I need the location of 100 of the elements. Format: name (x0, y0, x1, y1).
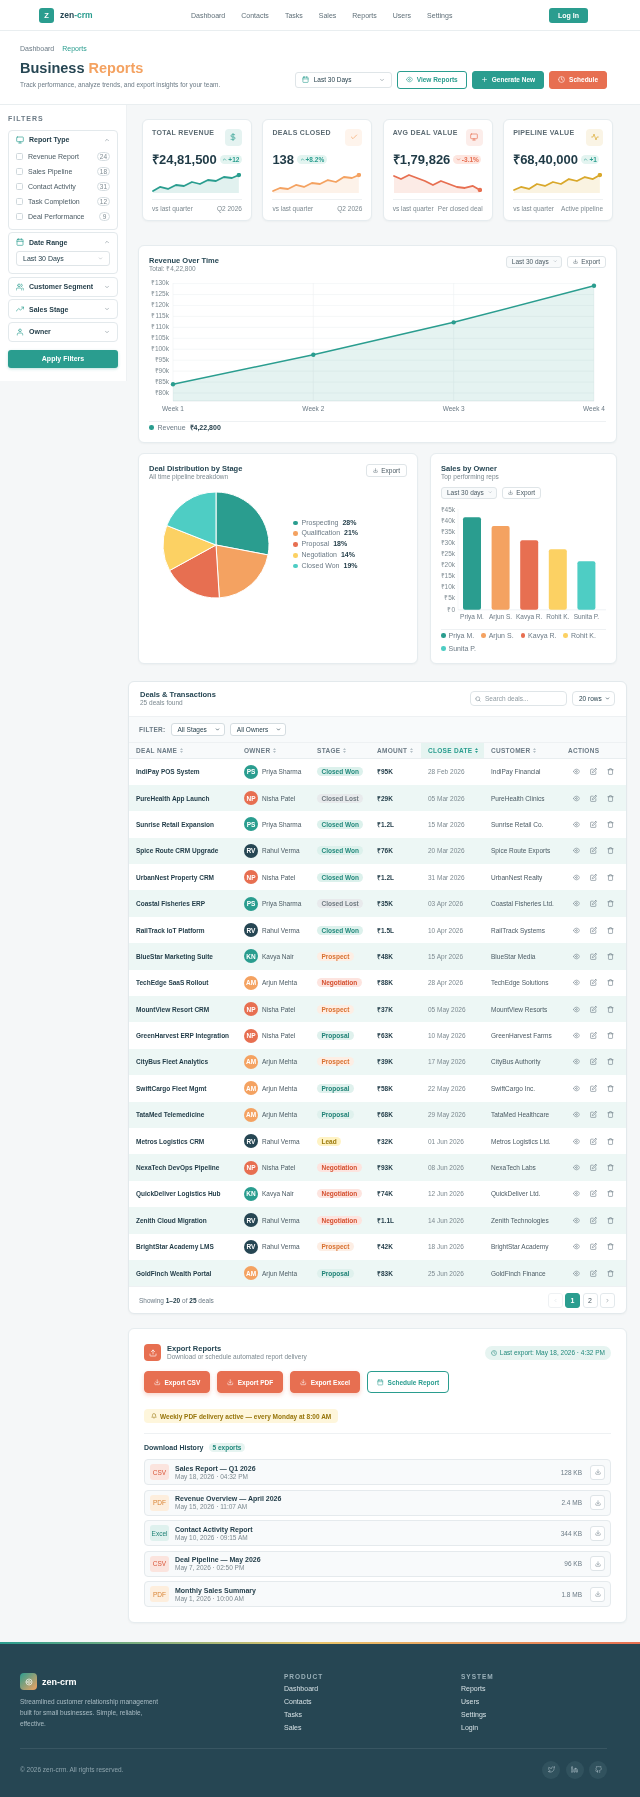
checkbox[interactable] (16, 212, 23, 220)
edit-button[interactable] (589, 1164, 597, 1172)
delete-button[interactable] (606, 1243, 614, 1251)
view-button[interactable] (573, 1005, 580, 1013)
monitor-icon (465, 128, 483, 146)
page-title: Business Reports (20, 59, 145, 77)
bird-icon[interactable] (542, 1760, 560, 1779)
view-button[interactable] (573, 1269, 580, 1277)
view-button[interactable] (573, 1058, 580, 1066)
edit-button[interactable] (589, 952, 597, 960)
delete-button[interactable] (606, 1216, 614, 1224)
delete-button[interactable] (606, 873, 614, 881)
view-button[interactable] (573, 900, 580, 908)
download-icon (300, 1379, 307, 1386)
trash-icon (606, 900, 614, 908)
edit-icon (589, 1058, 597, 1066)
delete-button[interactable] (606, 820, 614, 828)
delete-button[interactable] (606, 979, 614, 987)
edit-button[interactable] (589, 926, 597, 934)
view-button[interactable] (573, 873, 580, 881)
view-button[interactable] (573, 1164, 580, 1172)
download-button[interactable] (590, 1464, 605, 1480)
edit-button[interactable] (589, 900, 597, 908)
delete-button[interactable] (606, 1084, 614, 1092)
footer-brand[interactable]: zen-crm (42, 1676, 77, 1687)
edit-button[interactable] (589, 768, 597, 776)
delete-button[interactable] (606, 1005, 614, 1013)
checkbox[interactable] (16, 182, 23, 190)
data-point (451, 319, 456, 325)
target-icon[interactable] (20, 1673, 37, 1691)
trash-icon (606, 873, 614, 881)
view-button[interactable] (573, 926, 580, 934)
edit-button[interactable] (589, 1084, 597, 1092)
edit-icon (589, 1032, 597, 1040)
delete-button[interactable] (606, 926, 614, 934)
pulse-icon (586, 128, 603, 146)
cat-icon[interactable] (589, 1760, 607, 1779)
network-icon[interactable] (565, 1760, 584, 1779)
view-button[interactable] (573, 847, 580, 855)
trash-icon (606, 1137, 614, 1145)
delete-button[interactable] (606, 1032, 614, 1040)
edit-button[interactable] (589, 1005, 597, 1013)
eye-icon (573, 1032, 580, 1040)
view-button[interactable] (573, 979, 580, 987)
next-page-button[interactable] (600, 1292, 615, 1308)
edit-button[interactable] (589, 794, 597, 802)
users-icon (16, 282, 24, 291)
eye-icon (573, 979, 580, 987)
delete-button[interactable] (606, 1190, 614, 1198)
edit-button[interactable] (589, 820, 597, 828)
download-icon (594, 1560, 601, 1567)
view-button[interactable] (573, 1084, 580, 1092)
download-button[interactable] (590, 1525, 605, 1541)
edit-button[interactable] (589, 979, 597, 987)
edit-button[interactable] (589, 1032, 597, 1040)
edit-button[interactable] (589, 1058, 597, 1066)
checkbox[interactable] (16, 152, 23, 160)
edit-button[interactable] (589, 1190, 597, 1198)
delete-button[interactable] (606, 1137, 614, 1145)
view-button[interactable] (573, 952, 580, 960)
delete-button[interactable] (606, 1164, 614, 1172)
edit-button[interactable] (589, 1243, 597, 1251)
delete-button[interactable] (606, 1111, 614, 1119)
edit-button[interactable] (589, 1137, 597, 1145)
download-button[interactable] (590, 1495, 605, 1511)
upload-icon (144, 1344, 161, 1362)
download-button[interactable] (590, 1556, 605, 1572)
download-button[interactable] (590, 1586, 605, 1602)
view-button[interactable] (573, 1111, 580, 1119)
check-icon (345, 128, 363, 146)
eye-icon (573, 1243, 580, 1251)
checkbox[interactable] (16, 167, 23, 175)
edit-icon (589, 1164, 597, 1172)
delete-button[interactable] (606, 1269, 614, 1277)
edit-button[interactable] (589, 1216, 597, 1224)
eye-icon (573, 1164, 580, 1172)
delete-button[interactable] (606, 1058, 614, 1066)
view-button[interactable] (573, 768, 580, 776)
view-button[interactable] (573, 1190, 580, 1198)
edit-button[interactable] (589, 847, 597, 855)
brand-name[interactable]: zen-crm (60, 10, 93, 20)
view-button[interactable] (573, 1216, 580, 1224)
trash-icon (606, 926, 614, 934)
view-button[interactable] (573, 1032, 580, 1040)
checkbox[interactable] (16, 197, 23, 205)
delete-button[interactable] (606, 900, 614, 908)
delete-button[interactable] (606, 847, 614, 855)
delete-button[interactable] (606, 794, 614, 802)
edit-button[interactable] (589, 1269, 597, 1277)
download-icon (594, 1499, 601, 1506)
view-button[interactable] (573, 1137, 580, 1145)
edit-button[interactable] (589, 1111, 597, 1119)
edit-button[interactable] (589, 873, 597, 881)
view-button[interactable] (573, 1243, 580, 1251)
pie-slice (215, 544, 269, 598)
view-button[interactable] (573, 794, 580, 802)
view-button[interactable] (573, 820, 580, 828)
delete-button[interactable] (606, 952, 614, 960)
delete-button[interactable] (606, 768, 614, 776)
eye-icon (573, 873, 580, 881)
